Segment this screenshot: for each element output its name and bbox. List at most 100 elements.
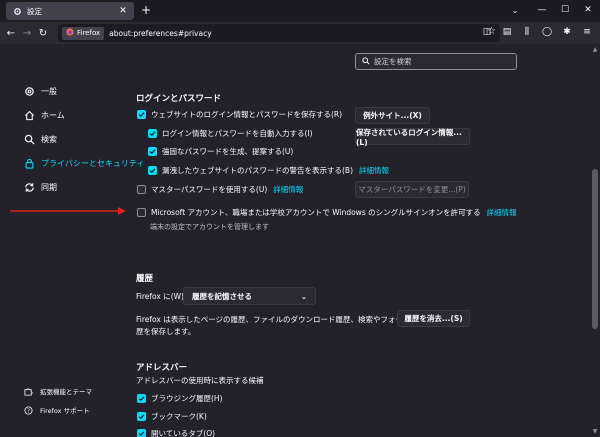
lock-icon xyxy=(23,157,35,169)
primary-password-row[interactable]: マスターパスワードを使用する(U) 詳細情報 xyxy=(137,184,303,195)
sidebar-item-search[interactable]: 検索 xyxy=(23,131,57,147)
save-logins-checkbox[interactable] xyxy=(137,110,146,119)
help-icon: ? xyxy=(23,405,33,415)
scroll-thumb[interactable] xyxy=(592,169,598,329)
account-icon[interactable]: ◯ xyxy=(540,25,554,39)
history-heading: 履歴 xyxy=(136,274,154,284)
sidebar-item-label: プライバシーとセキュリティ xyxy=(41,158,145,168)
saved-logins-button[interactable]: 保存されているログイン情報...(L) xyxy=(355,128,470,147)
sidebar-item-label: 同期 xyxy=(41,182,57,192)
toolbar-icons: ◫ ▤ ⫼ ◯ ✱ ≡ xyxy=(480,25,594,39)
new-tab-button[interactable]: + xyxy=(139,3,153,17)
sidebar-item-support[interactable]: ? Firefox サポート xyxy=(23,403,90,417)
identity-box[interactable]: Firefox xyxy=(62,26,105,40)
save-logins-label: ウェブサイトのログイン情報とパスワードを保存する(R) xyxy=(151,110,343,119)
svg-text:?: ? xyxy=(27,408,30,414)
minimize-button[interactable]: — xyxy=(532,2,552,18)
breach-alerts-label: 漏洩したウェブサイトのパスワードの警告を表示する(B) xyxy=(162,166,353,175)
addressbar-heading: アドレスバー xyxy=(136,363,188,373)
close-tab-icon[interactable]: ✕ xyxy=(118,6,128,16)
maximize-button[interactable]: ☐ xyxy=(555,2,575,18)
sidebar-item-label: ホーム xyxy=(41,110,65,120)
open-tabs-row[interactable]: 開いているタブ(O) xyxy=(137,428,215,437)
tab-title: 設定 xyxy=(27,6,42,16)
primary-password-learn-more-link[interactable]: 詳細情報 xyxy=(273,184,303,195)
change-primary-password-button[interactable]: マスターパスワードを変更...(P) xyxy=(355,181,469,198)
history-mode-value: 履歴を記憶させる xyxy=(192,291,252,301)
sidebar-item-home[interactable]: ホーム xyxy=(23,107,65,123)
autofill-row[interactable]: ログイン情報とパスワードを自動入力する(I) xyxy=(148,128,313,139)
sidebar-item-sync[interactable]: 同期 xyxy=(23,179,57,195)
browsing-history-checkbox[interactable] xyxy=(137,394,146,403)
sidebar-item-label: 拡張機能とテーマ xyxy=(40,388,92,396)
identity-label: Firefox xyxy=(77,29,101,37)
bookmarks-row[interactable]: ブックマーク(K) xyxy=(137,411,207,422)
tab-strip: 設定 ✕ + ⌄ — ☐ ✕ xyxy=(0,0,600,22)
browsing-history-label: ブラウジング履歴(H) xyxy=(151,394,223,403)
addressbar-subtitle: アドレスバーの使用時に表示する候補 xyxy=(136,376,264,385)
extensions-icon[interactable]: ✱ xyxy=(560,25,574,39)
windows-sso-note: 端末の設定でアカウントを管理します xyxy=(150,223,269,231)
search-icon xyxy=(362,56,370,67)
chevron-down-icon: ⌄ xyxy=(300,291,307,301)
breach-alerts-row[interactable]: 漏洩したウェブサイトのパスワードの警告を表示する(B) 詳細情報 xyxy=(148,165,389,176)
sidebar-item-general[interactable]: 一般 xyxy=(23,83,57,99)
forward-arrow-icon[interactable]: → xyxy=(19,25,35,41)
sync-icon xyxy=(23,181,35,193)
search-input[interactable] xyxy=(374,57,514,66)
gear-icon xyxy=(23,85,35,97)
history-firefox-will-label: Firefox に(W) xyxy=(136,292,184,301)
sidebar-item-addons[interactable]: 拡張機能とテーマ xyxy=(23,384,92,398)
sidebar-item-label: 検索 xyxy=(41,134,57,144)
sidebar-item-privacy[interactable]: プライバシーとセキュリティ xyxy=(23,155,144,171)
sidebar-item-label: Firefox サポート xyxy=(40,407,90,415)
firefox-logo-icon xyxy=(66,28,74,38)
primary-password-checkbox[interactable] xyxy=(137,185,146,194)
bookmarks-label: ブックマーク(K) xyxy=(151,412,207,421)
library-icon[interactable]: ⫼ xyxy=(520,25,534,39)
logins-heading: ログインとパスワード xyxy=(136,94,222,104)
exceptions-button[interactable]: 例外サイト...(X) xyxy=(355,107,430,124)
bookmarks-checkbox[interactable] xyxy=(137,412,146,421)
sidebar-item-label: 一般 xyxy=(41,86,57,96)
history-description-line: 歴を保存します。 xyxy=(136,327,196,336)
windows-sso-checkbox[interactable] xyxy=(137,208,146,217)
open-tabs-checkbox[interactable] xyxy=(137,429,146,437)
save-logins-row[interactable]: ウェブサイトのログイン情報とパスワードを保存する(R) xyxy=(137,109,342,120)
autofill-checkbox[interactable] xyxy=(148,129,157,138)
url-bar[interactable]: Firefox about:preferences#privacy ☆ xyxy=(58,24,500,42)
breach-alerts-checkbox[interactable] xyxy=(148,166,157,175)
open-tabs-label: 開いているタブ(O) xyxy=(151,429,216,437)
scroll-down-icon[interactable]: ▼ xyxy=(591,428,599,435)
red-arrow-icon xyxy=(10,207,126,215)
windows-sso-learn-more-link[interactable]: 詳細情報 xyxy=(487,207,517,218)
history-mode-select[interactable]: 履歴を記憶させる ⌄ xyxy=(183,287,316,305)
navigation-toolbar: ← → ↻ Firefox about:preferences#privacy … xyxy=(0,22,600,44)
clear-history-button[interactable]: 履歴を消去...(S) xyxy=(397,310,470,327)
menu-icon[interactable]: ≡ xyxy=(580,25,594,39)
browsing-history-row[interactable]: ブラウジング履歴(H) xyxy=(137,393,223,404)
reader-icon[interactable]: ▤ xyxy=(500,25,514,39)
search-icon xyxy=(23,133,35,145)
search-preferences[interactable] xyxy=(355,53,517,70)
windows-sso-label: Microsoft アカウント、職場または学校アカウントで Windows のシ… xyxy=(151,208,481,217)
pocket-icon[interactable]: ◫ xyxy=(480,25,494,39)
url-text: about:preferences#privacy xyxy=(109,28,212,38)
reload-icon[interactable]: ↻ xyxy=(35,25,51,41)
home-icon xyxy=(23,109,35,121)
scrollbar[interactable]: ▲ ▼ xyxy=(590,44,600,437)
tab-settings[interactable]: 設定 ✕ xyxy=(6,2,134,20)
back-arrow-icon[interactable]: ← xyxy=(3,25,19,41)
suggest-strong-row[interactable]: 強固なパスワードを生成、提案する(U) xyxy=(148,146,293,157)
history-description-line: Firefox は表示したページの履歴、ファイルのダウンロード履歴、検索やフォー… xyxy=(136,315,441,324)
puzzle-icon xyxy=(23,386,33,396)
primary-password-label: マスターパスワードを使用する(U) xyxy=(151,185,268,194)
windows-sso-row[interactable]: Microsoft アカウント、職場または学校アカウントで Windows のシ… xyxy=(137,207,517,218)
breach-learn-more-link[interactable]: 詳細情報 xyxy=(359,165,389,176)
close-window-button[interactable]: ✕ xyxy=(578,2,598,18)
chevron-down-icon[interactable]: ⌄ xyxy=(508,4,522,18)
preferences-content xyxy=(0,44,600,437)
scroll-up-icon[interactable]: ▲ xyxy=(591,46,599,53)
suggest-strong-checkbox[interactable] xyxy=(148,147,157,156)
history-description: Firefox は表示したページの履歴、ファイルのダウンロード履歴、検索やフォー… xyxy=(136,314,440,338)
